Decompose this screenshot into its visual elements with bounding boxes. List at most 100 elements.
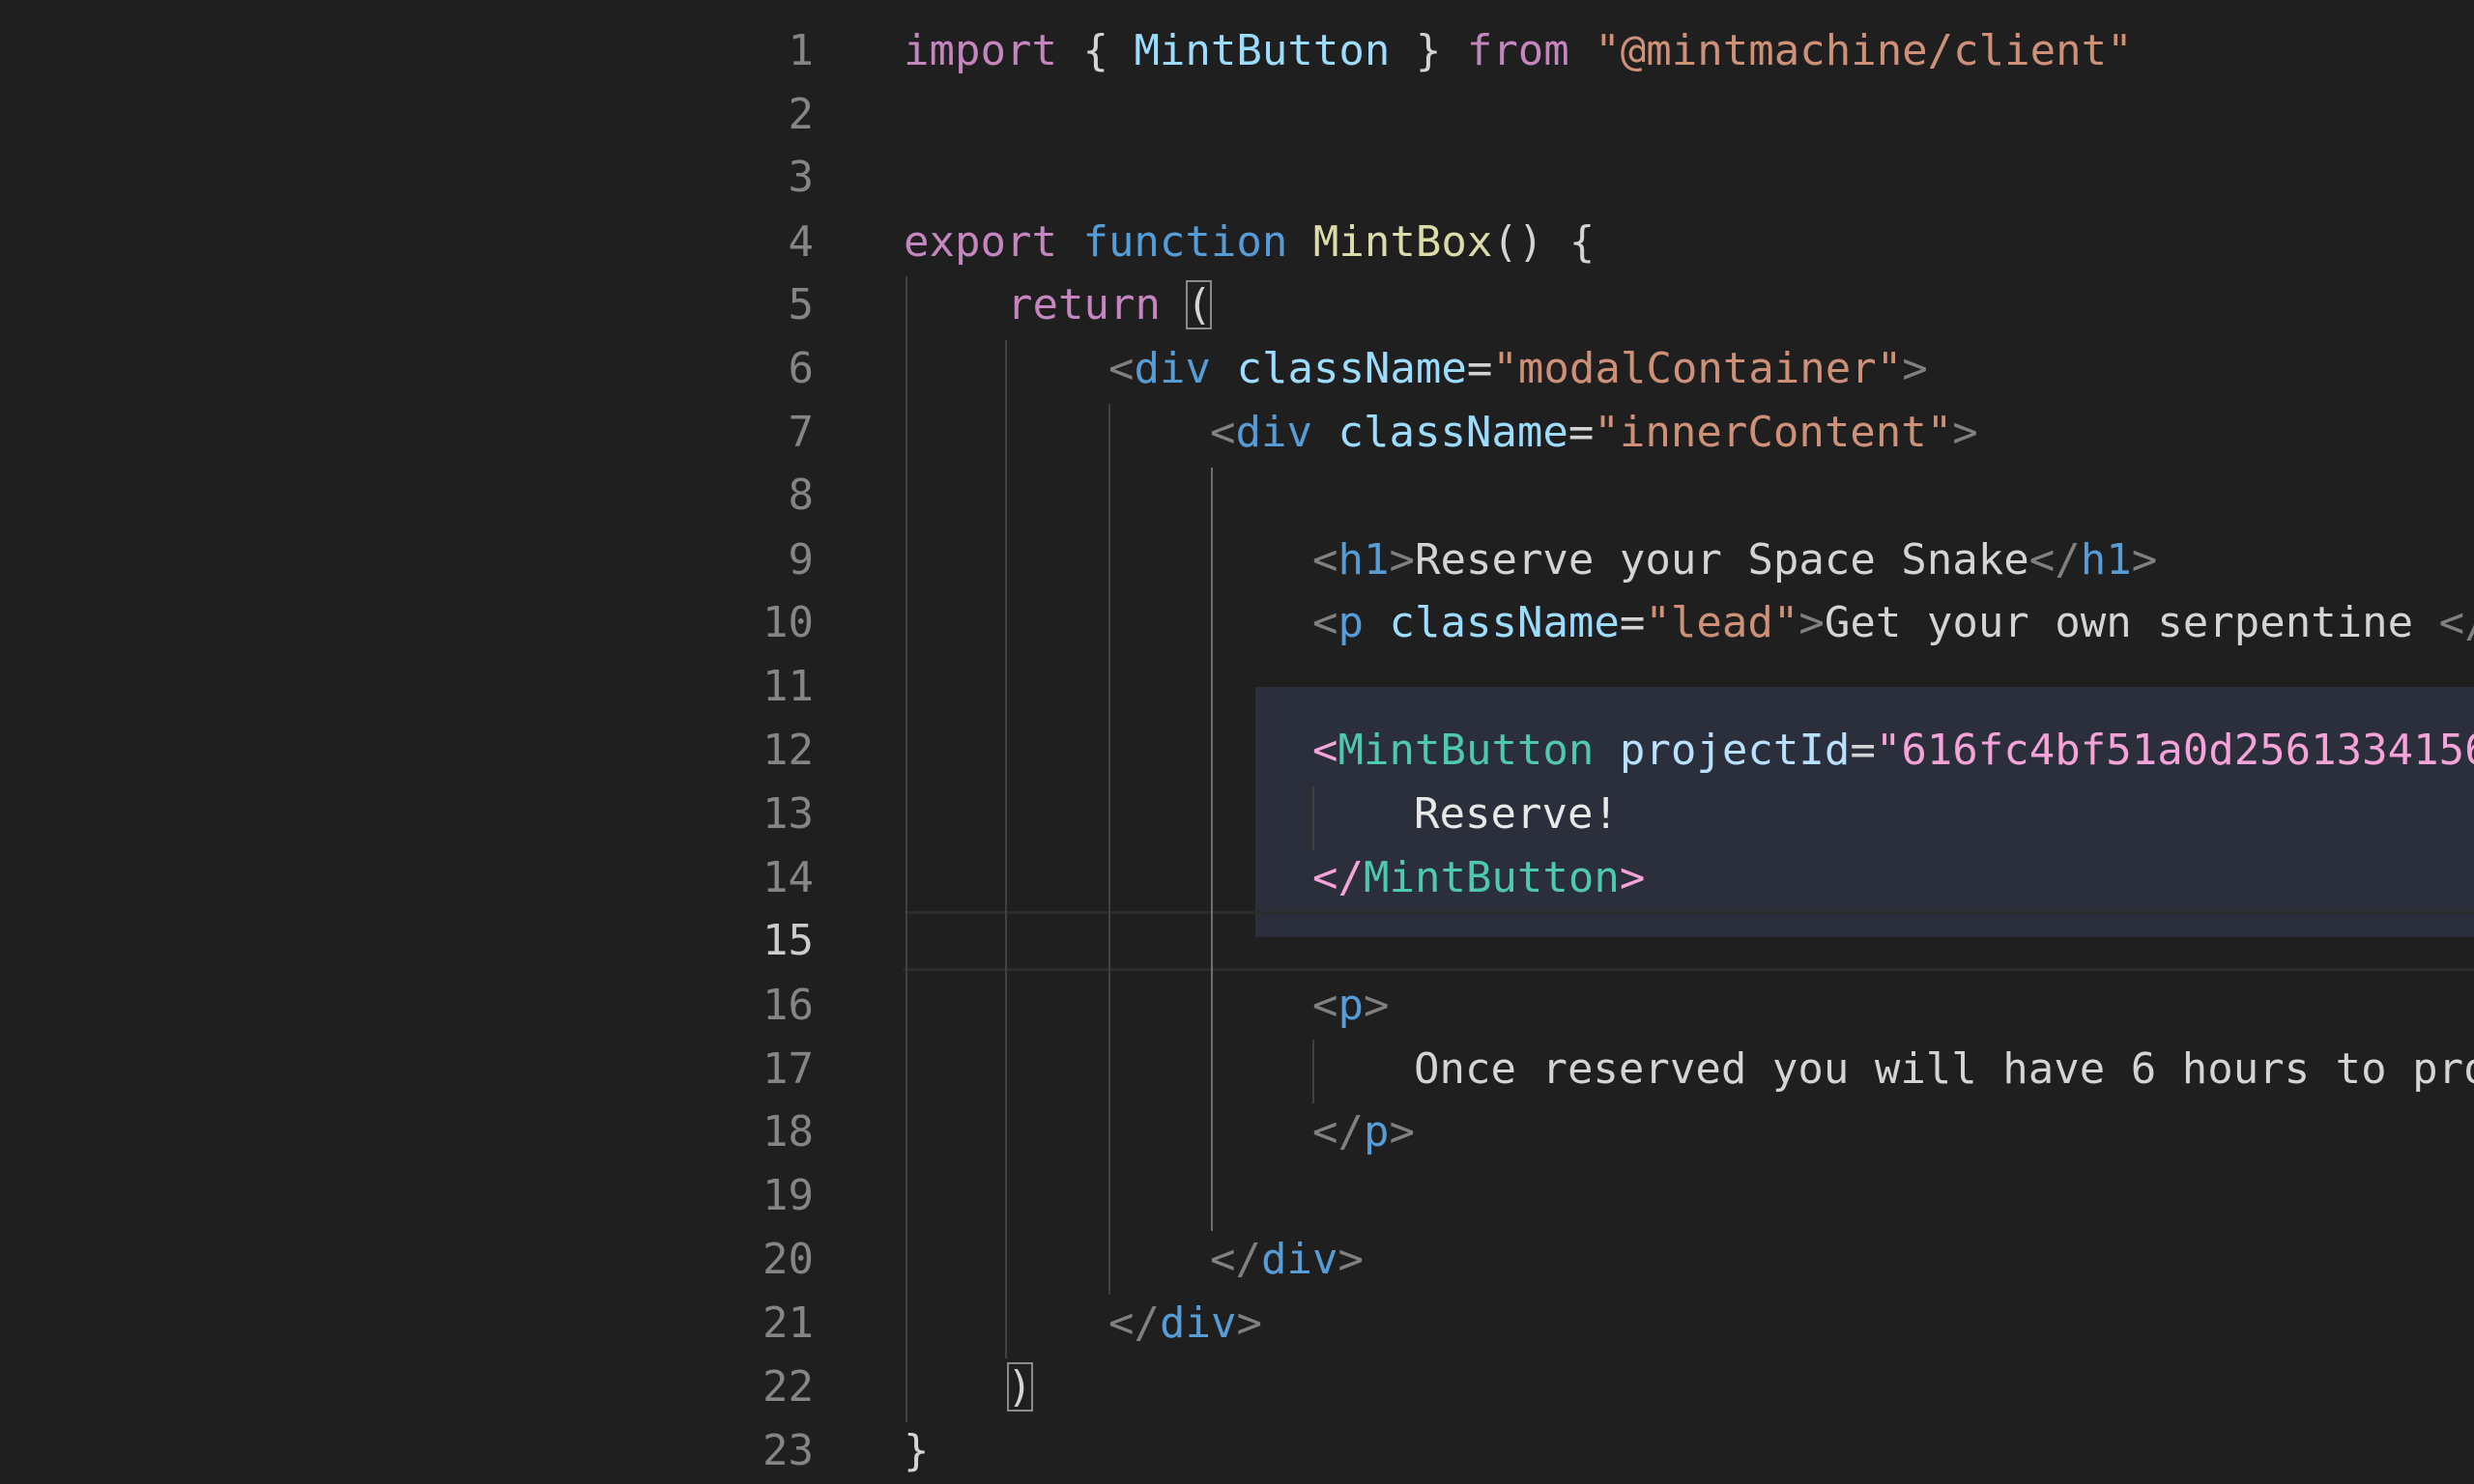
keyword: import bbox=[904, 26, 1057, 75]
jsx-text: Reserve! bbox=[1414, 789, 1619, 839]
line-number: 3 bbox=[788, 153, 815, 202]
indent-guide bbox=[1108, 404, 1110, 1295]
tag-bracket: > bbox=[1338, 1235, 1364, 1284]
code-line-21[interactable]: </div> bbox=[1108, 1292, 1262, 1356]
code-line-13[interactable]: Reserve! bbox=[1414, 783, 1619, 846]
keyword: return bbox=[1007, 280, 1161, 329]
tag-bracket: </ bbox=[1312, 1107, 1364, 1156]
line-number: 2 bbox=[788, 90, 815, 139]
tag-name: div bbox=[1260, 1235, 1338, 1284]
tag-bracket: </ bbox=[1108, 1298, 1160, 1348]
indent-guide bbox=[1005, 340, 1007, 1358]
attribute-name: className bbox=[1236, 344, 1467, 393]
tag-name: p bbox=[1338, 598, 1365, 647]
tag-bracket: > bbox=[1389, 1107, 1415, 1156]
tag-bracket: > bbox=[1798, 598, 1825, 647]
code-line-9[interactable]: <h1>Reserve your Space Snake</h1> bbox=[1312, 528, 2157, 592]
punctuation bbox=[1364, 598, 1390, 647]
punctuation: = bbox=[1466, 344, 1493, 393]
attribute-name: className bbox=[1338, 408, 1568, 457]
tag-bracket: < bbox=[1108, 344, 1135, 393]
tag-name: div bbox=[1235, 408, 1312, 457]
matching-bracket: ) bbox=[1007, 1362, 1033, 1412]
indent-guide bbox=[1312, 1040, 1314, 1103]
tag-bracket: > bbox=[2131, 535, 2158, 585]
code-line-14[interactable]: </MintButton> bbox=[1312, 846, 1645, 910]
punctuation bbox=[1594, 726, 1620, 775]
tag-bracket: > bbox=[1619, 853, 1646, 902]
code-line-20[interactable]: </div> bbox=[1210, 1228, 1364, 1292]
line-number: 21 bbox=[762, 1298, 814, 1348]
tag-name: h1 bbox=[1338, 535, 1390, 585]
line-number: 8 bbox=[788, 471, 815, 520]
punctuation: = bbox=[1619, 598, 1646, 647]
string: "modalContainer" bbox=[1492, 344, 1903, 393]
code-line-1[interactable]: import { MintButton } from "@mintmachine… bbox=[904, 19, 2133, 83]
tag-bracket: </ bbox=[1312, 853, 1364, 902]
tag-name: div bbox=[1159, 1298, 1237, 1348]
code-line-12[interactable]: <MintButton projectId="616fc4bf51a0d2561… bbox=[1312, 719, 2474, 783]
matching-bracket: ( bbox=[1186, 280, 1212, 329]
punctuation bbox=[1312, 408, 1338, 457]
punctuation: { bbox=[1056, 26, 1135, 75]
string: "lead" bbox=[1645, 598, 1799, 647]
line-number: 14 bbox=[762, 853, 814, 902]
code-line-6[interactable]: <div className="modalContainer"> bbox=[1108, 337, 1928, 401]
tag-name: p bbox=[1338, 981, 1365, 1030]
string: "innerContent" bbox=[1594, 408, 1953, 457]
indent-guide bbox=[1211, 468, 1213, 1231]
punctuation: = bbox=[1850, 726, 1876, 775]
line-number: 11 bbox=[762, 662, 814, 711]
attribute-name: projectId bbox=[1619, 726, 1851, 775]
tag-bracket: </ bbox=[1210, 1235, 1261, 1284]
keyword: from bbox=[1466, 26, 1569, 75]
line-number: 18 bbox=[762, 1107, 814, 1156]
punctuation bbox=[1287, 217, 1313, 267]
component-name: MintButton bbox=[1338, 726, 1595, 775]
jsx-text: Reserve your Space Snake bbox=[1414, 535, 2029, 585]
line-number: 17 bbox=[762, 1044, 814, 1094]
code-line-5[interactable]: return ( bbox=[1007, 273, 1212, 337]
keyword: export bbox=[904, 217, 1057, 267]
component-name: MintButton bbox=[1363, 853, 1620, 902]
line-number: 16 bbox=[762, 981, 814, 1030]
string: "@mintmachine/client" bbox=[1595, 26, 2133, 75]
line-number: 22 bbox=[762, 1362, 814, 1412]
tag-bracket: > bbox=[1902, 344, 1928, 393]
tag-bracket: < bbox=[1210, 408, 1236, 457]
current-line-highlight bbox=[904, 911, 2474, 971]
tag-bracket: > bbox=[1236, 1298, 1262, 1348]
punctuation bbox=[1057, 217, 1083, 267]
punctuation: } bbox=[1390, 26, 1467, 75]
code-line-18[interactable]: </p> bbox=[1312, 1100, 1415, 1164]
tag-bracket: < bbox=[1312, 598, 1338, 647]
line-number: 4 bbox=[788, 217, 815, 267]
tag-bracket: </ bbox=[2028, 535, 2081, 585]
code-line-10[interactable]: <p className="lead">Get your own serpent… bbox=[1312, 591, 2474, 655]
indent-guide bbox=[1312, 786, 1314, 850]
line-number: 7 bbox=[788, 408, 815, 457]
tag-bracket: </ bbox=[2438, 598, 2474, 647]
code-line-23[interactable]: } bbox=[904, 1419, 930, 1483]
punctuation: () { bbox=[1492, 217, 1596, 267]
code-line-7[interactable]: <div className="innerContent"> bbox=[1210, 401, 1978, 465]
jsx-text: Get your own serpentine bbox=[1824, 598, 2439, 647]
tag-bracket: > bbox=[1952, 408, 1978, 457]
code-line-17[interactable]: Once reserved you will have 6 hours to p… bbox=[1414, 1038, 2474, 1101]
line-number: 10 bbox=[762, 598, 814, 647]
code-line-4[interactable]: export function MintBox() { bbox=[904, 211, 1595, 274]
code-editor[interactable]: 1 2 3 4 5 6 7 8 9 10 11 12 13 14 15 16 1… bbox=[0, 0, 2474, 1484]
line-number: 20 bbox=[762, 1235, 814, 1284]
indent-guide bbox=[906, 276, 907, 1422]
tag-bracket: > bbox=[1389, 535, 1415, 585]
line-number: 5 bbox=[788, 280, 815, 329]
tag-name: p bbox=[1363, 1107, 1390, 1156]
line-number: 12 bbox=[762, 726, 814, 775]
line-number: 23 bbox=[762, 1426, 814, 1475]
code-line-16[interactable]: <p> bbox=[1312, 974, 1390, 1038]
tag-bracket: > bbox=[1364, 981, 1390, 1030]
identifier: MintButton bbox=[1134, 26, 1391, 75]
line-number: 19 bbox=[762, 1171, 814, 1220]
punctuation: = bbox=[1568, 408, 1595, 457]
code-line-22[interactable]: ) bbox=[1007, 1356, 1033, 1419]
